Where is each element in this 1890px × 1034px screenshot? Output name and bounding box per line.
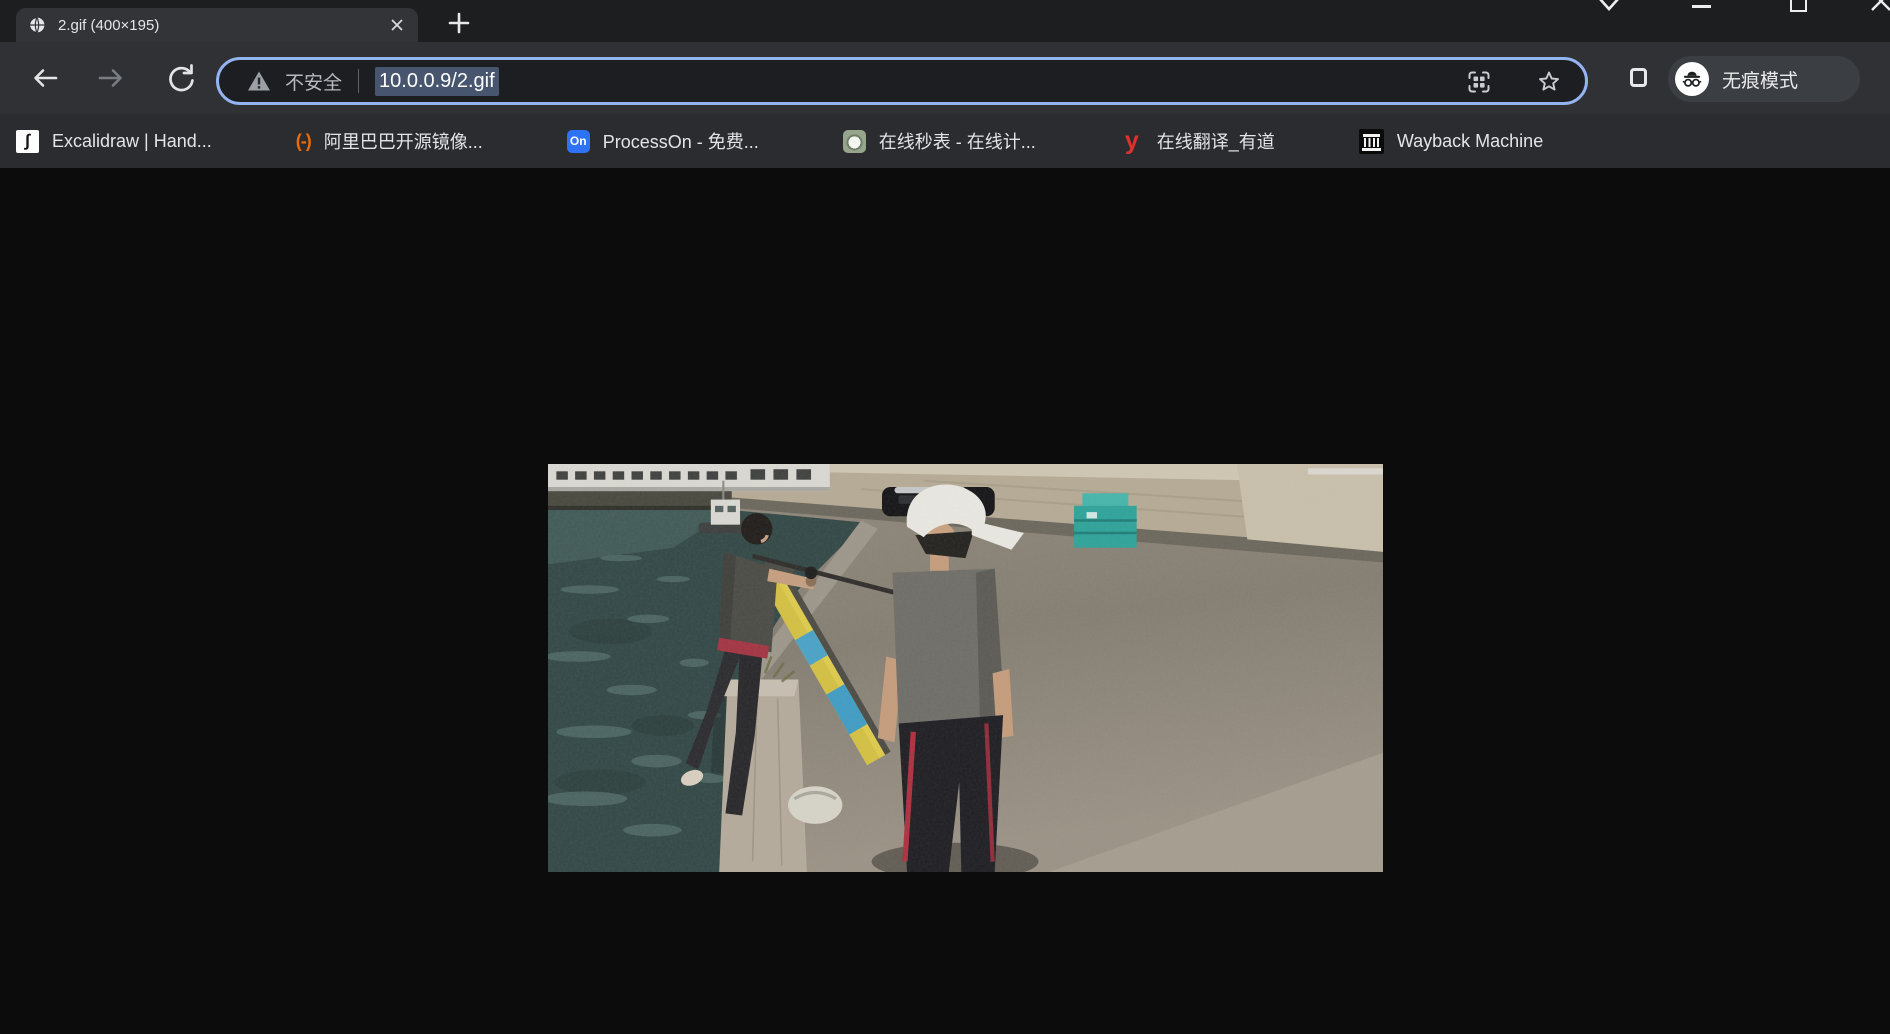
bookmark-item-stopwatch[interactable]: 在线秒表 - 在线计... bbox=[843, 121, 1036, 161]
security-chip-label[interactable]: 不安全 bbox=[285, 68, 342, 95]
new-tab-button[interactable] bbox=[446, 10, 472, 36]
bookmark-item-alibaba[interactable]: (-) 阿里巴巴开源镜像... bbox=[296, 121, 483, 161]
alibaba-favicon: (-) bbox=[296, 129, 311, 153]
not-secure-warning-icon[interactable] bbox=[247, 70, 271, 92]
incognito-badge[interactable]: 无痕模式 bbox=[1668, 56, 1860, 102]
side-panel-icon[interactable] bbox=[1630, 68, 1647, 87]
tab-close-icon[interactable] bbox=[388, 16, 406, 34]
back-button[interactable] bbox=[28, 62, 60, 94]
close-window-button[interactable] bbox=[1869, 0, 1890, 17]
titlebar: 2.gif (400×195) bbox=[0, 0, 1890, 42]
bookmark-label: 阿里巴巴开源镜像... bbox=[324, 128, 483, 154]
gif-image[interactable] bbox=[548, 464, 1383, 872]
forward-button[interactable] bbox=[96, 62, 128, 94]
maximize-button[interactable] bbox=[1790, 0, 1807, 12]
bookmark-star-icon[interactable] bbox=[1535, 68, 1563, 96]
bookmark-label: ProcessOn - 免费... bbox=[603, 128, 759, 154]
url-text-selected[interactable]: 10.0.0.9/2.gif bbox=[375, 67, 499, 96]
bookmark-item-excalidraw[interactable]: Excalidraw | Hand... bbox=[16, 121, 212, 161]
bookmark-label: Wayback Machine bbox=[1397, 131, 1543, 152]
stopwatch-favicon bbox=[843, 130, 866, 153]
address-bar[interactable]: 不安全 10.0.0.9/2.gif bbox=[216, 57, 1588, 105]
page-content bbox=[0, 168, 1890, 1034]
globe-favicon bbox=[28, 16, 46, 34]
bookmark-label: 在线翻译_有道 bbox=[1157, 128, 1275, 154]
tab-search-chevron-icon[interactable] bbox=[1596, 0, 1622, 18]
reload-button[interactable] bbox=[164, 62, 196, 94]
minimize-button[interactable] bbox=[1692, 5, 1711, 8]
toolbar: 不安全 10.0.0.9/2.gif 无痕模式 bbox=[0, 42, 1890, 114]
incognito-icon bbox=[1675, 62, 1709, 96]
omnibox-divider bbox=[358, 69, 359, 93]
bookmarks-bar: Excalidraw | Hand... (-) 阿里巴巴开源镜像... On … bbox=[0, 114, 1890, 168]
bookmark-item-youdao[interactable]: y 在线翻译_有道 bbox=[1120, 121, 1275, 161]
browser-tab[interactable]: 2.gif (400×195) bbox=[16, 8, 418, 42]
bookmark-label: 在线秒表 - 在线计... bbox=[879, 128, 1036, 154]
bookmark-item-processon[interactable]: On ProcessOn - 免费... bbox=[567, 121, 759, 161]
wayback-favicon bbox=[1359, 129, 1384, 154]
processon-favicon: On bbox=[567, 130, 590, 153]
tab-title: 2.gif (400×195) bbox=[58, 17, 380, 34]
youdao-favicon: y bbox=[1120, 129, 1144, 153]
bookmark-item-wayback[interactable]: Wayback Machine bbox=[1359, 121, 1543, 161]
incognito-label: 无痕模式 bbox=[1722, 66, 1798, 93]
excalidraw-favicon bbox=[16, 130, 39, 153]
bookmark-label: Excalidraw | Hand... bbox=[52, 131, 212, 152]
qr-code-icon[interactable] bbox=[1465, 68, 1493, 96]
